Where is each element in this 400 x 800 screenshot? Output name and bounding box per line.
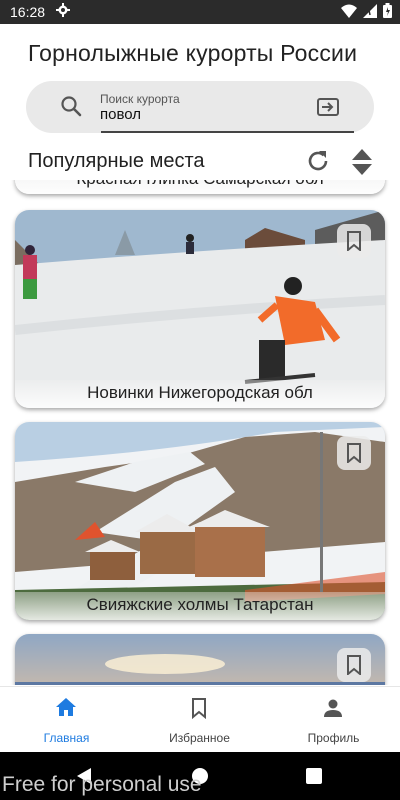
search-input[interactable]: повол	[100, 106, 141, 123]
bookmark-button[interactable]	[337, 648, 371, 682]
status-bar: 16:28	[0, 0, 400, 24]
status-time: 16:28	[10, 4, 46, 20]
search-field[interactable]: Поиск курорта повол	[26, 81, 374, 133]
nav-profile[interactable]: Профиль	[267, 687, 400, 753]
home-icon	[56, 698, 76, 716]
resort-card[interactable]: Новинки Нижегородская обл	[15, 210, 385, 408]
bookmark-icon	[192, 698, 206, 719]
nav-home-label: Главная	[43, 731, 90, 745]
resort-card[interactable]: Красная глинка Самарская обл	[15, 180, 385, 194]
resort-image	[15, 422, 385, 620]
bottom-navigation: Главная Избранное Профиль	[0, 686, 400, 753]
resort-image	[15, 210, 385, 408]
nav-favorites[interactable]: Избранное	[133, 687, 266, 753]
battery-icon	[383, 3, 392, 18]
search-icon	[61, 96, 82, 117]
resort-card[interactable]	[15, 634, 385, 685]
refresh-icon[interactable]	[305, 148, 331, 174]
recents-icon[interactable]	[306, 768, 322, 784]
resort-caption: Красная глинка Самарская обл	[15, 180, 385, 194]
watermark-text: Free for personal use	[2, 773, 202, 796]
page-title: Горнолыжные курорты России	[28, 40, 358, 66]
search-underline	[101, 131, 354, 133]
enter-icon[interactable]	[316, 96, 340, 118]
resort-list[interactable]: Красная глинка Самарская обл	[0, 180, 400, 685]
bookmark-icon	[347, 443, 361, 463]
resort-image	[15, 634, 385, 685]
resort-caption: Свияжские холмы Татарстан	[15, 592, 385, 620]
gear-icon	[56, 3, 70, 17]
bookmark-icon	[347, 655, 361, 675]
nav-favorites-label: Избранное	[169, 731, 230, 745]
bookmark-icon	[347, 231, 361, 251]
nav-profile-label: Профиль	[307, 731, 360, 745]
bookmark-button[interactable]	[337, 436, 371, 470]
bookmark-button[interactable]	[337, 224, 371, 258]
person-icon	[324, 699, 342, 717]
sort-icon[interactable]	[351, 148, 373, 176]
resort-caption: Новинки Нижегородская обл	[15, 380, 385, 408]
resort-card[interactable]: Свияжские холмы Татарстан	[15, 422, 385, 620]
wifi-icon	[341, 4, 357, 18]
nav-home[interactable]: Главная	[0, 687, 133, 753]
section-title: Популярные места	[28, 150, 205, 172]
search-label: Поиск курорта	[100, 92, 180, 106]
signal-icon	[363, 3, 377, 18]
